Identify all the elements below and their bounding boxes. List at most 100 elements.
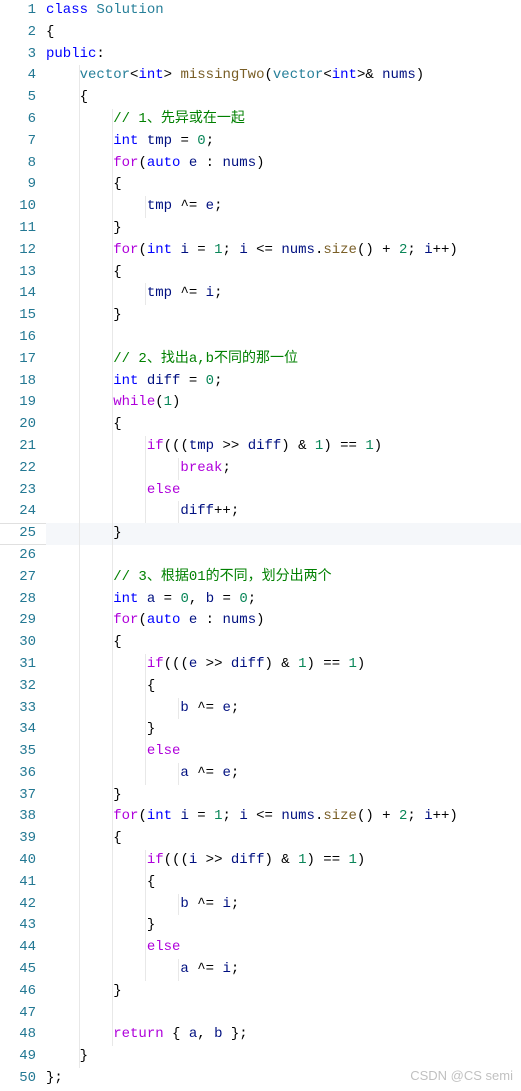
line-number: 25 — [0, 523, 36, 545]
line-number: 32 — [0, 676, 36, 698]
line-number: 1 — [0, 0, 36, 22]
line-number: 41 — [0, 872, 36, 894]
line-number: 3 — [0, 44, 36, 66]
line-number: 27 — [0, 567, 36, 589]
line-number: 48 — [0, 1024, 36, 1046]
code-line: else — [46, 741, 521, 763]
code-line: int a = 0, b = 0; — [46, 589, 521, 611]
code-line: // 1、先异或在一起 — [46, 109, 521, 131]
watermark: CSDN @CS semi — [410, 1065, 513, 1087]
line-number: 40 — [0, 850, 36, 872]
code-line: vector<int> missingTwo(vector<int>& nums… — [46, 65, 521, 87]
line-number: 28 — [0, 589, 36, 611]
code-line: class Solution — [46, 0, 521, 22]
code-line: if(((tmp >> diff) & 1) == 1) — [46, 436, 521, 458]
code-line: } — [46, 305, 521, 327]
code-line: a ^= e; — [46, 763, 521, 785]
code-line: for(int i = 1; i <= nums.size() + 2; i++… — [46, 806, 521, 828]
line-number: 10 — [0, 196, 36, 218]
code-line: } — [46, 915, 521, 937]
line-number: 42 — [0, 894, 36, 916]
line-number: 23 — [0, 480, 36, 502]
line-number: 18 — [0, 371, 36, 393]
code-line: b ^= i; — [46, 894, 521, 916]
line-number: 38 — [0, 806, 36, 828]
line-number: 31 — [0, 654, 36, 676]
code-line — [46, 545, 521, 567]
code-line: { — [46, 87, 521, 109]
code-line: // 2、找出a,b不同的那一位 — [46, 349, 521, 371]
line-number: 50 — [0, 1068, 36, 1090]
line-number: 9 — [0, 174, 36, 196]
line-number: 44 — [0, 937, 36, 959]
line-number-gutter: 1234567891011121314151617181920212223242… — [0, 0, 46, 1090]
code-line: else — [46, 937, 521, 959]
line-number: 6 — [0, 109, 36, 131]
code-line — [46, 327, 521, 349]
line-number: 2 — [0, 22, 36, 44]
line-number: 45 — [0, 959, 36, 981]
code-line — [46, 1003, 521, 1025]
line-number: 30 — [0, 632, 36, 654]
line-number: 47 — [0, 1003, 36, 1025]
code-line: } — [46, 523, 521, 545]
code-line: { — [46, 262, 521, 284]
code-line: a ^= i; — [46, 959, 521, 981]
code-line: { — [46, 872, 521, 894]
line-number: 36 — [0, 763, 36, 785]
line-number: 14 — [0, 283, 36, 305]
code-line: for(int i = 1; i <= nums.size() + 2; i++… — [46, 240, 521, 262]
code-editor: 1234567891011121314151617181920212223242… — [0, 0, 521, 1090]
code-line: // 3、根据01的不同，划分出两个 — [46, 567, 521, 589]
code-line: while(1) — [46, 392, 521, 414]
line-number: 49 — [0, 1046, 36, 1068]
code-line: for(auto e : nums) — [46, 610, 521, 632]
code-line: int tmp = 0; — [46, 131, 521, 153]
line-number: 29 — [0, 610, 36, 632]
line-number: 7 — [0, 131, 36, 153]
code-line: tmp ^= i; — [46, 283, 521, 305]
code-line: { — [46, 828, 521, 850]
line-number: 15 — [0, 305, 36, 327]
code-line: } — [46, 719, 521, 741]
code-line: } — [46, 785, 521, 807]
line-number: 4 — [0, 65, 36, 87]
line-number: 33 — [0, 698, 36, 720]
code-line: { — [46, 632, 521, 654]
code-line: { — [46, 676, 521, 698]
code-line: for(auto e : nums) — [46, 153, 521, 175]
line-number: 24 — [0, 501, 36, 523]
code-line: break; — [46, 458, 521, 480]
code-line: } — [46, 981, 521, 1003]
line-number: 19 — [0, 392, 36, 414]
line-number: 39 — [0, 828, 36, 850]
line-number: 8 — [0, 153, 36, 175]
line-number: 20 — [0, 414, 36, 436]
code-line: else — [46, 480, 521, 502]
code-area: class Solution{public: vector<int> missi… — [46, 0, 521, 1090]
line-number: 22 — [0, 458, 36, 480]
line-number: 17 — [0, 349, 36, 371]
code-line: diff++; — [46, 501, 521, 523]
line-number: 5 — [0, 87, 36, 109]
line-number: 43 — [0, 915, 36, 937]
line-number: 11 — [0, 218, 36, 240]
line-number: 35 — [0, 741, 36, 763]
line-number: 13 — [0, 262, 36, 284]
code-line: return { a, b }; — [46, 1024, 521, 1046]
code-line: { — [46, 22, 521, 44]
line-number: 16 — [0, 327, 36, 349]
line-number: 26 — [0, 545, 36, 567]
code-line: if(((i >> diff) & 1) == 1) — [46, 850, 521, 872]
code-line: if(((e >> diff) & 1) == 1) — [46, 654, 521, 676]
line-number: 37 — [0, 785, 36, 807]
code-line: b ^= e; — [46, 698, 521, 720]
code-line: { — [46, 414, 521, 436]
line-number: 21 — [0, 436, 36, 458]
line-number: 12 — [0, 240, 36, 262]
code-line: { — [46, 174, 521, 196]
code-line: int diff = 0; — [46, 371, 521, 393]
code-line: public: — [46, 44, 521, 66]
line-number: 34 — [0, 719, 36, 741]
line-number: 46 — [0, 981, 36, 1003]
